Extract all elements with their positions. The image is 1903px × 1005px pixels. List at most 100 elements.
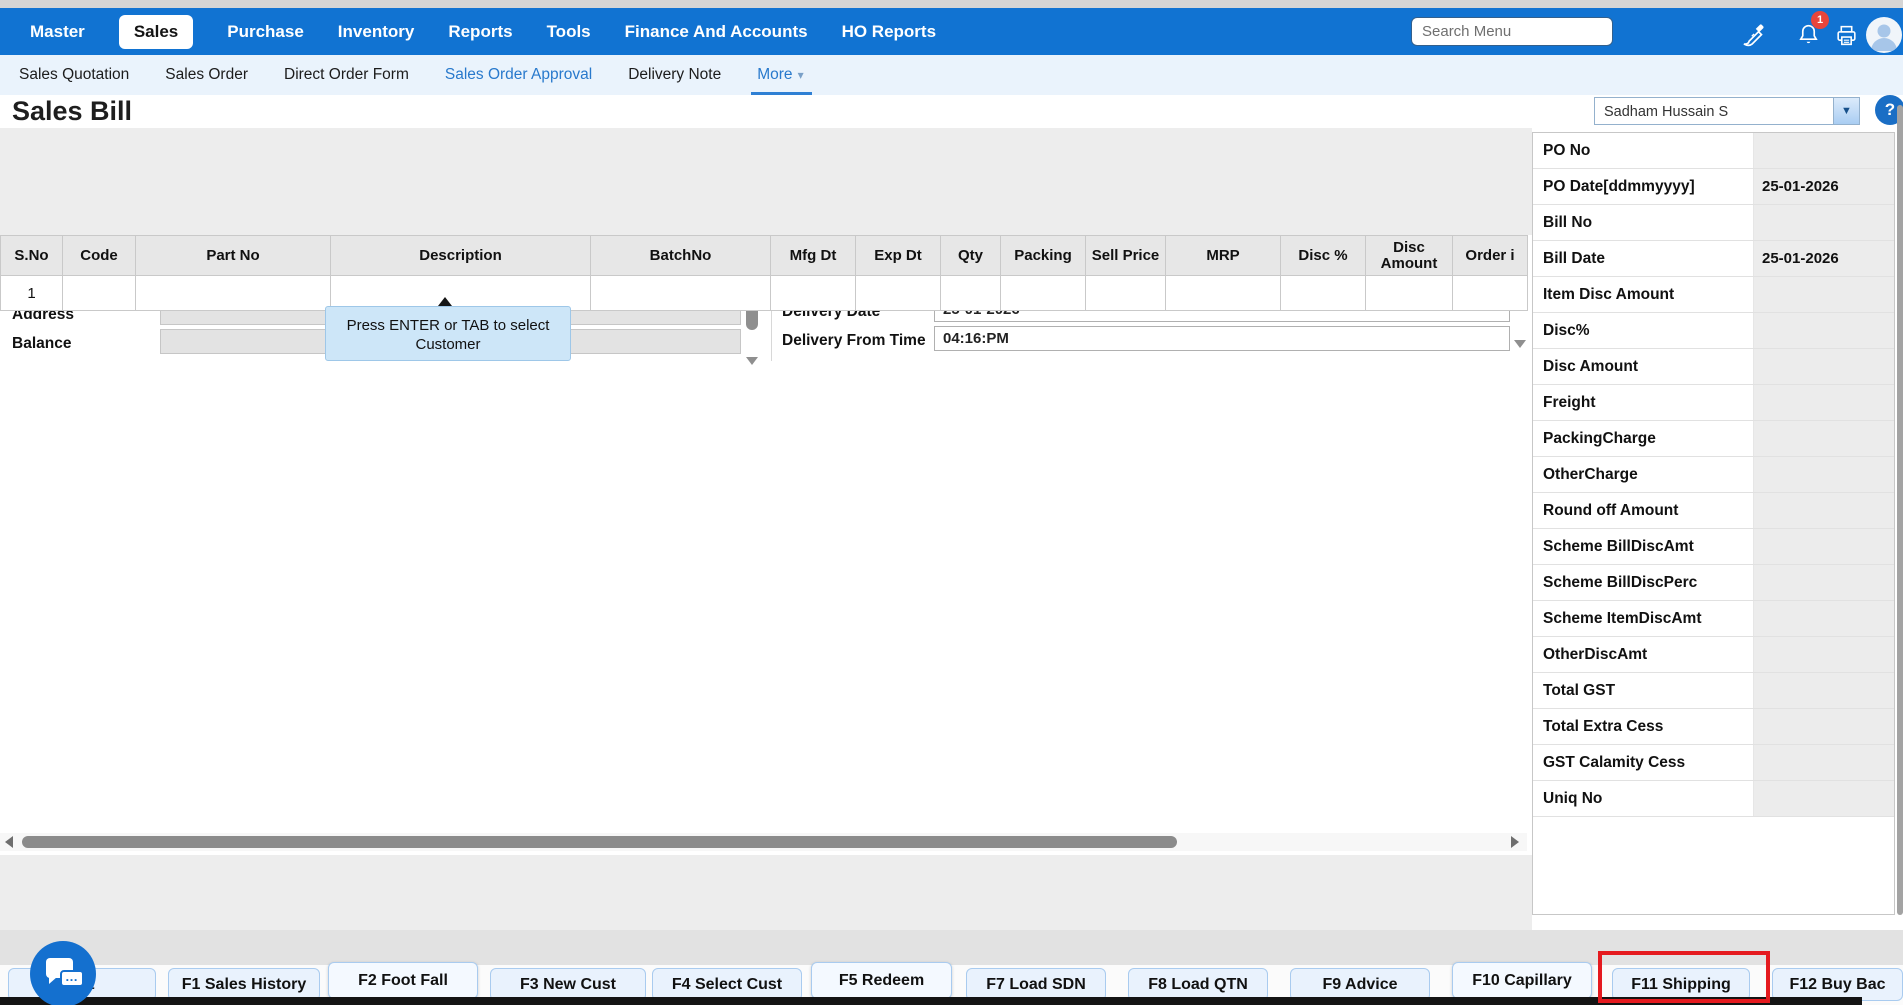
panel-row-bill-no: Bill No bbox=[1533, 205, 1894, 241]
bill-header-form: Customer Address Balance Press ENTER or … bbox=[0, 128, 1532, 235]
panel-value[interactable] bbox=[1754, 205, 1894, 240]
nav-item-inventory[interactable]: Inventory bbox=[338, 22, 415, 42]
chat-bubble-icon: … bbox=[60, 970, 84, 987]
panel-value[interactable] bbox=[1754, 745, 1894, 780]
nav-item-reports[interactable]: Reports bbox=[448, 22, 512, 42]
page-vertical-scrollbar[interactable] bbox=[1897, 105, 1903, 915]
panel-value[interactable] bbox=[1754, 133, 1894, 168]
cell-order-in[interactable] bbox=[1453, 276, 1528, 311]
nav-item-sales[interactable]: Sales bbox=[119, 15, 193, 49]
printer-icon[interactable] bbox=[1834, 23, 1859, 53]
cell-disc-pct[interactable] bbox=[1281, 276, 1366, 311]
panel-label: Freight bbox=[1533, 385, 1754, 420]
panel-value[interactable] bbox=[1754, 349, 1894, 384]
panel-label: Scheme BillDiscAmt bbox=[1533, 529, 1754, 564]
panel-row-total-extra-cess: Total Extra Cess bbox=[1533, 709, 1894, 745]
subnav-item-sales-order-approval[interactable]: Sales Order Approval bbox=[445, 66, 592, 84]
panel-value[interactable] bbox=[1754, 601, 1894, 636]
balance-label: Balance bbox=[12, 335, 71, 353]
panel-label: OtherCharge bbox=[1533, 457, 1754, 492]
col-header-part-no: Part No bbox=[136, 236, 331, 276]
panel-value[interactable] bbox=[1754, 781, 1894, 816]
cell-disc-amount[interactable] bbox=[1366, 276, 1453, 311]
panel-label: PO No bbox=[1533, 133, 1754, 168]
cell-exp-dt[interactable] bbox=[856, 276, 941, 311]
nav-item-finance-and-accounts[interactable]: Finance And Accounts bbox=[625, 22, 808, 42]
delivery-scroll-down-icon[interactable] bbox=[1514, 340, 1526, 348]
search-input[interactable] bbox=[1411, 17, 1613, 46]
fkey-f10-capillary[interactable]: F10 Capillary bbox=[1452, 962, 1592, 999]
panel-label: Bill Date bbox=[1533, 241, 1754, 276]
fkey-f5-redeem[interactable]: F5 Redeem bbox=[811, 962, 952, 999]
scroll-down-arrow-icon[interactable] bbox=[746, 357, 758, 365]
panel-value[interactable] bbox=[1754, 385, 1894, 420]
subnav-item-delivery-note[interactable]: Delivery Note bbox=[628, 66, 721, 84]
subnav-item-direct-order-form[interactable]: Direct Order Form bbox=[284, 66, 409, 84]
nav-item-purchase[interactable]: Purchase bbox=[227, 22, 304, 42]
staff-selector-dropdown[interactable]: Sadham Hussain S ▼ bbox=[1594, 97, 1860, 125]
panel-value[interactable] bbox=[1754, 529, 1894, 564]
nav-item-master[interactable]: Master bbox=[30, 22, 85, 42]
dropdown-arrow-icon[interactable]: ▼ bbox=[1833, 98, 1859, 124]
panel-label: Disc% bbox=[1533, 313, 1754, 348]
panel-value[interactable] bbox=[1754, 277, 1894, 312]
delivery-from-time-input[interactable]: 04:16:PM bbox=[934, 326, 1510, 351]
panel-label: Total Extra Cess bbox=[1533, 709, 1754, 744]
nav-item-tools[interactable]: Tools bbox=[547, 22, 591, 42]
table-row: 1 bbox=[1, 276, 1528, 311]
staff-selector-value: Sadham Hussain S bbox=[1595, 98, 1833, 124]
nav-item-ho-reports[interactable]: HO Reports bbox=[842, 22, 936, 42]
notification-count-badge: 1 bbox=[1811, 11, 1829, 29]
subnav-item-more[interactable]: More ▾ bbox=[757, 55, 803, 95]
panel-label: Scheme BillDiscPerc bbox=[1533, 565, 1754, 600]
scroll-left-arrow-icon[interactable] bbox=[5, 836, 13, 848]
cell-qty[interactable] bbox=[941, 276, 1001, 311]
scroll-right-arrow-icon[interactable] bbox=[1511, 836, 1519, 848]
cell-code[interactable] bbox=[63, 276, 136, 311]
cell-sell-price[interactable] bbox=[1086, 276, 1166, 311]
panel-row-item-disc-amount: Item Disc Amount bbox=[1533, 277, 1894, 313]
panel-value[interactable] bbox=[1754, 637, 1894, 672]
subnav-item-sales-order[interactable]: Sales Order bbox=[165, 66, 248, 84]
panel-value[interactable] bbox=[1754, 457, 1894, 492]
bill-summary-panel: PO No PO Date[ddmmyyyy]25-01-2026 Bill N… bbox=[1532, 132, 1895, 915]
panel-label: GST Calamity Cess bbox=[1533, 745, 1754, 780]
chevron-down-icon: ▾ bbox=[798, 68, 804, 82]
panel-value[interactable] bbox=[1754, 673, 1894, 708]
cell-part-no[interactable] bbox=[136, 276, 331, 311]
panel-row-scheme-itemdiscamt: Scheme ItemDiscAmt bbox=[1533, 601, 1894, 637]
panel-value[interactable] bbox=[1754, 313, 1894, 348]
col-header-packing: Packing bbox=[1001, 236, 1086, 276]
panel-label: PO Date[ddmmyyyy] bbox=[1533, 169, 1754, 204]
subnav-item-sales-quotation[interactable]: Sales Quotation bbox=[19, 66, 129, 84]
table-horizontal-scrollbar[interactable] bbox=[0, 833, 1527, 851]
main-menu-bar: Master Sales Purchase Inventory Reports … bbox=[0, 8, 1903, 55]
cell-mfg-dt[interactable] bbox=[771, 276, 856, 311]
paintbrush-icon[interactable] bbox=[1740, 21, 1767, 53]
panel-label: Bill No bbox=[1533, 205, 1754, 240]
cell-mrp[interactable] bbox=[1166, 276, 1281, 311]
cell-batchno[interactable] bbox=[591, 276, 771, 311]
fkey-f2-foot-fall[interactable]: F2 Foot Fall bbox=[328, 962, 478, 999]
panel-value[interactable]: 25-01-2026 bbox=[1754, 169, 1894, 204]
panel-label: Scheme ItemDiscAmt bbox=[1533, 601, 1754, 636]
panel-row-round-off-amount: Round off Amount bbox=[1533, 493, 1894, 529]
panel-row-bill-date: Bill Date25-01-2026 bbox=[1533, 241, 1894, 277]
panel-row-scheme-billdiscamt: Scheme BillDiscAmt bbox=[1533, 529, 1894, 565]
user-avatar[interactable] bbox=[1866, 17, 1902, 53]
panel-value[interactable]: 25-01-2026 bbox=[1754, 241, 1894, 276]
delivery-from-time-label: Delivery From Time bbox=[782, 332, 926, 350]
hscrollbar-thumb[interactable] bbox=[22, 836, 1177, 848]
panel-value[interactable] bbox=[1754, 709, 1894, 744]
cell-packing[interactable] bbox=[1001, 276, 1086, 311]
panel-value[interactable] bbox=[1754, 565, 1894, 600]
col-header-disc-pct: Disc % bbox=[1281, 236, 1366, 276]
chat-widget-button[interactable]: … bbox=[30, 941, 96, 1005]
panel-value[interactable] bbox=[1754, 421, 1894, 456]
panel-label: Item Disc Amount bbox=[1533, 277, 1754, 312]
page-title: Sales Bill bbox=[12, 96, 132, 127]
panel-value[interactable] bbox=[1754, 493, 1894, 528]
col-header-disc-amount: Disc Amount bbox=[1366, 236, 1453, 276]
col-header-code: Code bbox=[63, 236, 136, 276]
col-header-sell-price: Sell Price bbox=[1086, 236, 1166, 276]
